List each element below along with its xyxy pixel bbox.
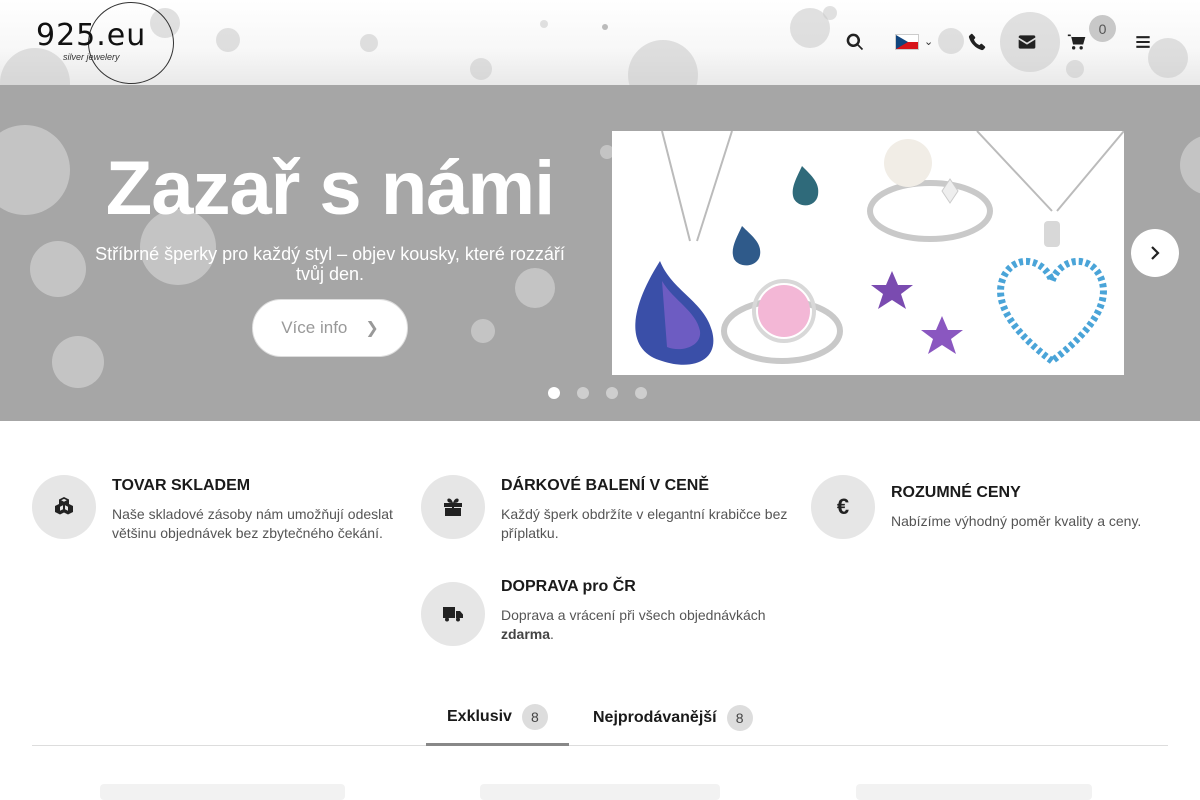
euro-icon: €: [836, 494, 850, 519]
language-flag-icon[interactable]: [895, 34, 919, 50]
site-logo[interactable]: 925.eu silver jewelery: [36, 2, 174, 84]
feature-icon-circle: [421, 582, 485, 646]
hero-slider: Zazař s námi Stříbrné šperky pro každý s…: [0, 85, 1200, 421]
tab-exklusiv[interactable]: Exklusiv 8: [426, 690, 569, 746]
product-card[interactable]: [856, 784, 1092, 800]
hero-subtitle: Stříbrné šperky pro každý styl – objev k…: [95, 244, 565, 284]
chevron-right-icon: ❯: [365, 320, 379, 337]
envelope-icon[interactable]: [1013, 28, 1041, 56]
hero-title: Zazař s námi: [105, 146, 555, 231]
tab-count-badge: 8: [521, 703, 548, 730]
feature-desc: Naše skladové zásoby nám umožňují odesla…: [112, 506, 393, 541]
logo-subtitle: silver jewelery: [63, 52, 120, 62]
tab-label: Exklusiv: [447, 707, 512, 725]
tab-count-badge: 8: [726, 705, 753, 731]
feature-title: ROZUMNÉ CENY: [891, 484, 1021, 501]
menu-icon[interactable]: [1129, 28, 1157, 56]
feature-desc: Každý šperk obdržíte v elegantní krabičc…: [501, 506, 788, 541]
slider-next-button[interactable]: [1131, 229, 1179, 277]
product-card[interactable]: [100, 784, 345, 800]
logo-text: 925.eu: [36, 18, 147, 53]
feature-title: TOVAR SKLADEM: [112, 477, 251, 494]
slider-dot-1[interactable]: [548, 387, 560, 399]
feature-icon-circle: [32, 475, 96, 539]
phone-icon[interactable]: [963, 28, 991, 56]
feature-title: DOPRAVA pro ČR: [501, 578, 636, 595]
gift-icon: [444, 498, 462, 516]
tab-nejprodavanejsi[interactable]: Nejprodávanější 8: [572, 690, 774, 746]
more-info-button[interactable]: Více info ❯: [252, 299, 408, 357]
cart-count-badge: 0: [1089, 15, 1116, 42]
slider-dot-2[interactable]: [577, 387, 589, 399]
site-header: 925.eu silver jewelery ⌄ 0: [0, 0, 1200, 85]
tab-label: Nejprodávanější: [593, 709, 717, 726]
feature-icon-circle: [421, 475, 485, 539]
chevron-right-icon: [1151, 246, 1160, 260]
feature-title: DÁRKOVÉ BALENÍ V CENĚ: [501, 477, 710, 494]
feature-desc-text: Doprava a vrácení při všech objednávkách: [501, 607, 766, 623]
feature-desc: Doprava a vrácení při všech objednávkách…: [501, 606, 791, 644]
product-card[interactable]: [480, 784, 720, 800]
chevron-down-icon[interactable]: ⌄: [924, 35, 933, 48]
feature-desc: Nabízíme výhodný poměr kvality a ceny.: [891, 513, 1142, 529]
feature-desc-tail: .: [550, 626, 554, 642]
feature-desc-bold: zdarma: [501, 626, 551, 642]
feature-icon-circle: €: [811, 475, 875, 539]
truck-icon: [443, 607, 463, 622]
slider-dot-3[interactable]: [606, 387, 618, 399]
slider-dot-4[interactable]: [635, 387, 647, 399]
jewelry-hero-image: [612, 131, 1124, 375]
cubes-icon: [55, 497, 73, 515]
cart-icon[interactable]: [1063, 28, 1091, 56]
product-tabs: Exklusiv 8 Nejprodávanější 8: [32, 690, 1168, 746]
slider-dots: [548, 387, 647, 399]
more-info-label: Více info: [281, 318, 348, 337]
search-icon[interactable]: [841, 28, 869, 56]
